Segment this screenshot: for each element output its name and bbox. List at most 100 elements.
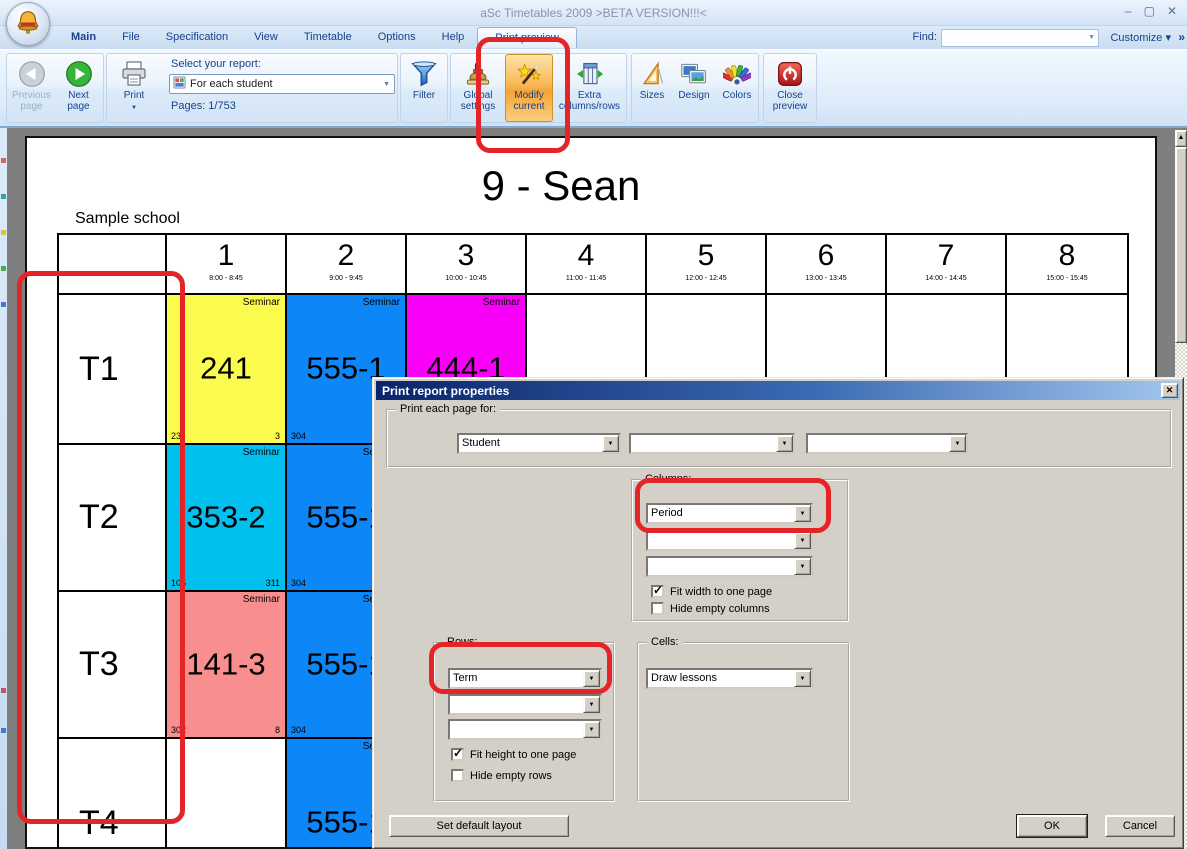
- column-header-1: 1 8:00 - 8:45: [167, 235, 287, 295]
- extra-columns-rows-button[interactable]: Extra columns/rows: [553, 54, 626, 122]
- cancel-button[interactable]: Cancel: [1105, 815, 1175, 837]
- maximize-icon[interactable]: ▢: [1144, 4, 1155, 18]
- lesson-cell-t2-p1: Seminar 353-2 105 311: [167, 445, 287, 592]
- column-header-4: 4 11:00 - 11:45: [527, 235, 647, 295]
- rows-group-label: Rows:: [443, 636, 482, 648]
- chevron-down-icon[interactable]: ▼: [776, 435, 793, 452]
- rows-select-2[interactable]: ▼: [448, 694, 602, 715]
- print-dropdown-icon[interactable]: ▼: [131, 103, 137, 114]
- report-select-value: For each student: [190, 78, 273, 90]
- fit-height-checkbox[interactable]: [451, 748, 464, 761]
- cells-select[interactable]: Draw lessons ▼: [646, 668, 813, 689]
- report-dropdown-icon[interactable]: ▼: [383, 81, 390, 88]
- window-controls: – ▢ ✕: [1125, 4, 1177, 18]
- app-menu-orb[interactable]: [6, 2, 50, 46]
- minimize-icon[interactable]: –: [1125, 4, 1132, 18]
- pages-indicator: Pages: 1/753: [169, 100, 395, 112]
- close-icon[interactable]: ✕: [1161, 383, 1178, 398]
- scrollbar-thumb[interactable]: [1175, 147, 1187, 343]
- tab-file[interactable]: File: [109, 27, 153, 48]
- chevron-down-icon[interactable]: ▼: [794, 558, 811, 575]
- chevron-down-icon[interactable]: ▼: [794, 532, 811, 549]
- scroll-up-icon[interactable]: ▲: [1175, 130, 1187, 147]
- set-default-layout-button[interactable]: Set default layout: [389, 815, 569, 837]
- select-report-label: Select your report:: [169, 58, 395, 70]
- report-select[interactable]: For each student ▼: [169, 74, 395, 94]
- previous-page-icon: [18, 58, 46, 90]
- tab-options[interactable]: Options: [365, 27, 429, 48]
- tab-help[interactable]: Help: [429, 27, 478, 48]
- chevron-right-icon[interactable]: »: [1178, 30, 1185, 44]
- design-images-icon: [680, 58, 708, 90]
- school-name-label: Sample school: [75, 210, 180, 228]
- chevron-down-icon[interactable]: ▼: [794, 670, 811, 687]
- fit-width-label: Fit width to one page: [670, 586, 772, 598]
- colors-palette-icon: [723, 58, 751, 90]
- fit-height-label: Fit height to one page: [470, 749, 576, 761]
- close-preview-button[interactable]: Close preview: [764, 54, 816, 122]
- sizes-button[interactable]: Sizes: [632, 54, 672, 122]
- modify-current-button[interactable]: Modify current: [505, 54, 553, 122]
- page-for-select-3[interactable]: ▼: [806, 433, 968, 454]
- previous-page-button[interactable]: Previous page: [7, 54, 56, 122]
- columns-select-2[interactable]: ▼: [646, 530, 813, 551]
- rows-select-3[interactable]: ▼: [448, 719, 602, 740]
- dialog-titlebar: Print report properties ✕: [376, 381, 1180, 400]
- global-settings-stamp-icon: [464, 58, 492, 90]
- columns-select-1[interactable]: Period ▼: [646, 503, 813, 524]
- timetable-cell: [167, 739, 287, 849]
- find-dropdown-icon[interactable]: ▼: [1088, 34, 1095, 41]
- colors-button[interactable]: Colors: [716, 54, 758, 122]
- report-page-title: 9 - Sean: [27, 162, 1095, 210]
- tab-timetable[interactable]: Timetable: [291, 27, 365, 48]
- print-button[interactable]: Print ▼: [107, 54, 161, 122]
- application-window: aSc Timetables 2009 >BETA VERSION!!!< – …: [0, 0, 1187, 849]
- chevron-down-icon[interactable]: ▼: [583, 721, 600, 738]
- tab-print-preview[interactable]: Print preview: [477, 27, 577, 48]
- chevron-down-icon[interactable]: ▼: [583, 696, 600, 713]
- tab-view[interactable]: View: [241, 27, 291, 48]
- design-button[interactable]: Design: [672, 54, 716, 122]
- row-header-t2: T2: [59, 445, 167, 592]
- sizes-ruler-icon: [638, 58, 666, 90]
- column-header-8: 8 15:00 - 15:45: [1007, 235, 1127, 295]
- hide-empty-rows-label: Hide empty rows: [470, 770, 552, 782]
- filter-button[interactable]: Filter: [401, 54, 447, 122]
- ribbon-group-modify: Global settings Modify current: [450, 53, 627, 123]
- fit-width-checkbox[interactable]: [651, 585, 664, 598]
- chevron-down-icon[interactable]: ▼: [602, 435, 619, 452]
- hide-empty-columns-label: Hide empty columns: [670, 603, 770, 615]
- columns-select-3[interactable]: ▼: [646, 556, 813, 577]
- next-page-icon: [65, 58, 93, 90]
- printer-icon: [120, 58, 148, 90]
- window-close-icon[interactable]: ✕: [1167, 4, 1177, 18]
- tab-specification[interactable]: Specification: [153, 27, 241, 48]
- page-for-select-2[interactable]: ▼: [629, 433, 795, 454]
- filter-funnel-icon: [409, 58, 439, 90]
- lesson-cell-t3-p1: Seminar 141-3 302 8: [167, 592, 287, 739]
- report-selector: Select your report: For each student ▼ P…: [169, 58, 395, 112]
- app-logo-bell-icon: [13, 7, 43, 42]
- ribbon: Previous page Next page: [0, 49, 1187, 128]
- chevron-down-icon[interactable]: ▼: [583, 670, 600, 687]
- ribbon-group-close: Close preview: [763, 53, 817, 123]
- modify-current-wand-icon: [515, 58, 543, 90]
- print-each-page-for-label: Print each page for:: [396, 403, 500, 415]
- hide-empty-rows-checkbox[interactable]: [451, 769, 464, 782]
- find-input[interactable]: ▼: [941, 29, 1099, 47]
- page-for-select-1[interactable]: Student ▼: [457, 433, 621, 454]
- cells-group-label: Cells:: [647, 636, 683, 648]
- chevron-down-icon[interactable]: ▼: [949, 435, 966, 452]
- next-page-button[interactable]: Next page: [56, 54, 101, 122]
- ok-button[interactable]: OK: [1017, 815, 1087, 837]
- tab-main[interactable]: Main: [58, 27, 109, 48]
- ribbon-group-design: Sizes Design: [631, 53, 759, 123]
- ribbon-tab-row: Main File Specification View Timetable O…: [0, 26, 1187, 49]
- print-report-properties-dialog: Print report properties ✕ Print each pag…: [372, 377, 1184, 849]
- global-settings-button[interactable]: Global settings: [451, 54, 505, 122]
- rows-select-1[interactable]: Term ▼: [448, 668, 602, 689]
- column-header-6: 6 13:00 - 13:45: [767, 235, 887, 295]
- chevron-down-icon[interactable]: ▼: [794, 505, 811, 522]
- customize-button[interactable]: Customize ▾: [1110, 31, 1171, 44]
- hide-empty-columns-checkbox[interactable]: [651, 602, 664, 615]
